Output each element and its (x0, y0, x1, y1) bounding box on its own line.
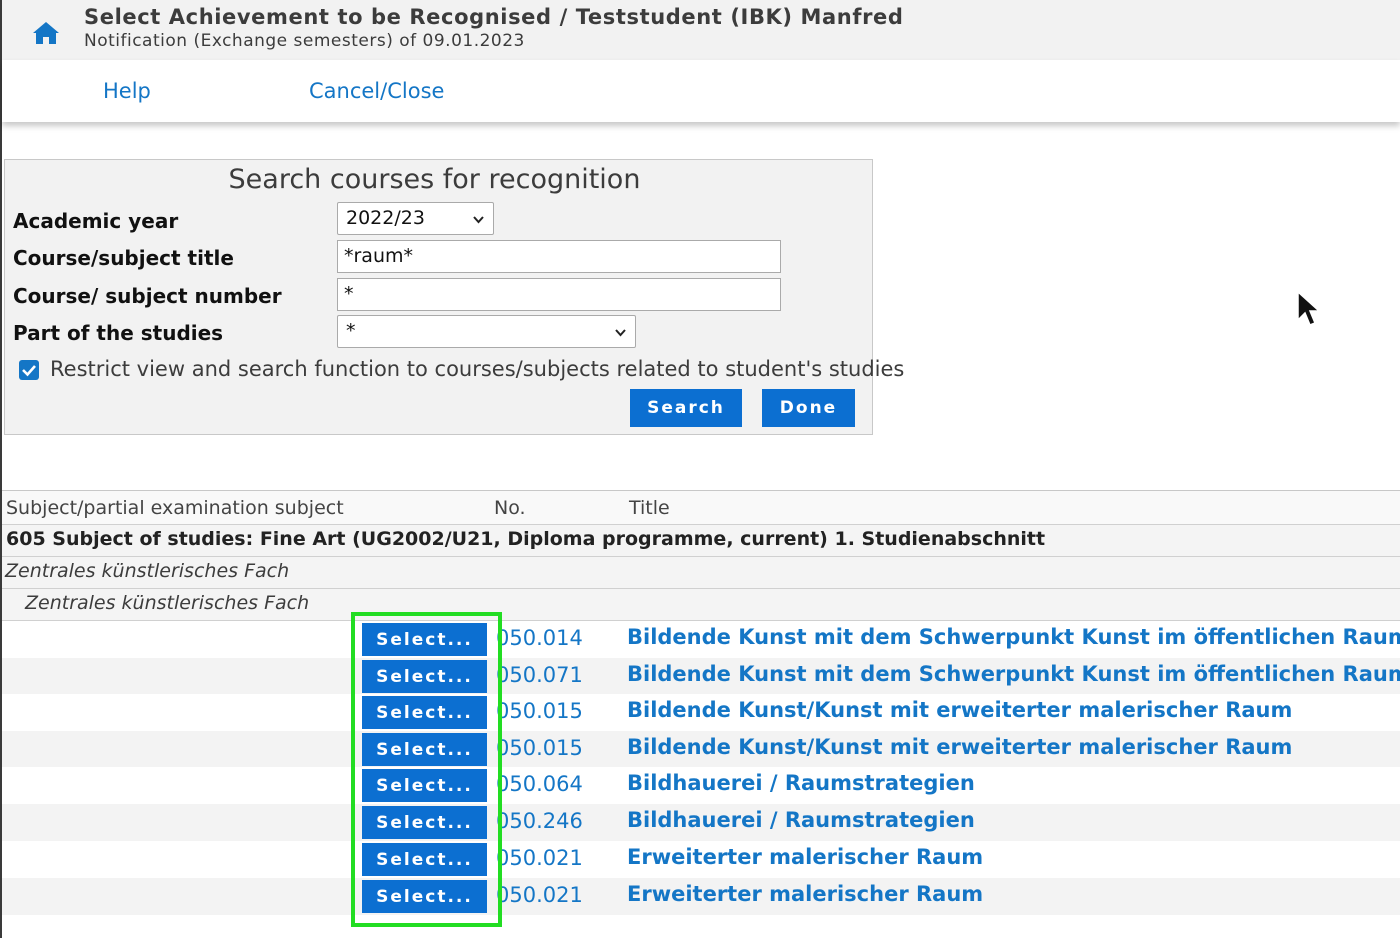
group-label: Zentrales künstlerisches Fach (5, 560, 290, 582)
course-title-link[interactable]: Bildende Kunst/Kunst mit erweiterter mal… (627, 735, 1292, 759)
table-header: Subject/partial examination subject No. … (2, 490, 1400, 525)
select-button[interactable]: Select... (362, 843, 487, 876)
restrict-view-checkbox[interactable] (19, 360, 39, 380)
course-title-link[interactable]: Bildhauerei / Raumstrategien (627, 771, 975, 795)
table-row: Select... 050.015 Bildende Kunst/Kunst m… (2, 731, 1400, 768)
course-number: 050.021 (496, 846, 583, 870)
table-row: Select... 050.014 Bildende Kunst mit dem… (2, 621, 1400, 658)
action-bar (2, 60, 1400, 122)
table-row: Select... 050.064 Bildhauerei / Raumstra… (2, 767, 1400, 804)
column-header-title: Title (629, 497, 670, 519)
course-number-label: Course/ subject number (13, 284, 282, 308)
course-title-link[interactable]: Erweiterter malerischer Raum (627, 845, 983, 869)
select-button[interactable]: Select... (362, 733, 487, 766)
course-title-link[interactable]: Bildende Kunst mit dem Schwerpunkt Kunst… (627, 625, 1400, 649)
course-number: 050.021 (496, 883, 583, 907)
search-panel-title: Search courses for recognition (228, 164, 641, 195)
course-title-link[interactable]: Bildhauerei / Raumstrategien (627, 808, 975, 832)
home-icon[interactable] (32, 20, 60, 46)
course-title-label: Course/subject title (13, 246, 234, 270)
course-number: 050.246 (496, 809, 583, 833)
mouse-pointer-icon (1297, 290, 1320, 326)
part-of-studies-select[interactable]: * (337, 315, 636, 348)
cancel-close-link[interactable]: Cancel/Close (309, 79, 444, 103)
help-link[interactable]: Help (103, 79, 151, 103)
select-button[interactable]: Select... (362, 623, 487, 656)
academic-year-value: 2022/23 (346, 207, 425, 229)
course-number: 050.015 (496, 699, 583, 723)
checkmark-icon (22, 365, 36, 377)
academic-year-select[interactable]: 2022/23 (337, 202, 494, 235)
group-label: 605 Subject of studies: Fine Art (UG2002… (6, 528, 1046, 550)
course-number: 050.014 (496, 626, 583, 650)
course-title-input[interactable]: *raum* (337, 240, 781, 273)
course-title-link[interactable]: Erweiterter malerischer Raum (627, 882, 983, 906)
chevron-down-icon (615, 329, 626, 337)
table-row: Select... 050.071 Bildende Kunst mit dem… (2, 658, 1400, 695)
search-button[interactable]: Search (630, 389, 742, 427)
academic-year-label: Academic year (13, 209, 179, 233)
course-number: 050.071 (496, 663, 583, 687)
page-subtitle: Notification (Exchange semesters) of 09.… (84, 31, 525, 51)
group-label: Zentrales künstlerisches Fach (25, 592, 310, 614)
course-title-link[interactable]: Bildende Kunst/Kunst mit erweiterter mal… (627, 698, 1292, 722)
table-row: Select... 050.021 Erweiterter malerische… (2, 878, 1400, 915)
group-row-central-subject-sub: Zentrales künstlerisches Fach (2, 588, 1400, 621)
table-row: Select... 050.246 Bildhauerei / Raumstra… (2, 804, 1400, 841)
group-row-central-subject: Zentrales künstlerisches Fach (2, 556, 1400, 589)
select-button[interactable]: Select... (362, 806, 487, 839)
part-of-studies-value: * (346, 320, 356, 342)
group-row-subject-of-studies: 605 Subject of studies: Fine Art (UG2002… (2, 524, 1400, 557)
course-title-link[interactable]: Bildende Kunst mit dem Schwerpunkt Kunst… (627, 662, 1400, 686)
select-button[interactable]: Select... (362, 769, 487, 802)
table-row: Select... 050.021 Erweiterter malerische… (2, 841, 1400, 878)
select-button[interactable]: Select... (362, 696, 487, 729)
column-header-number: No. (494, 497, 526, 519)
select-button[interactable]: Select... (362, 660, 487, 693)
course-number: 050.015 (496, 736, 583, 760)
restrict-view-label: Restrict view and search function to cou… (50, 357, 905, 381)
column-header-subject: Subject/partial examination subject (6, 497, 344, 519)
part-of-studies-label: Part of the studies (13, 321, 224, 345)
chevron-down-icon (473, 216, 484, 224)
select-button[interactable]: Select... (362, 880, 487, 913)
course-number-input[interactable]: * (337, 278, 781, 311)
page-title: Select Achievement to be Recognised / Te… (84, 5, 904, 29)
course-number: 050.064 (496, 772, 583, 796)
done-button[interactable]: Done (762, 389, 855, 427)
table-row: Select... 050.015 Bildende Kunst/Kunst m… (2, 694, 1400, 731)
